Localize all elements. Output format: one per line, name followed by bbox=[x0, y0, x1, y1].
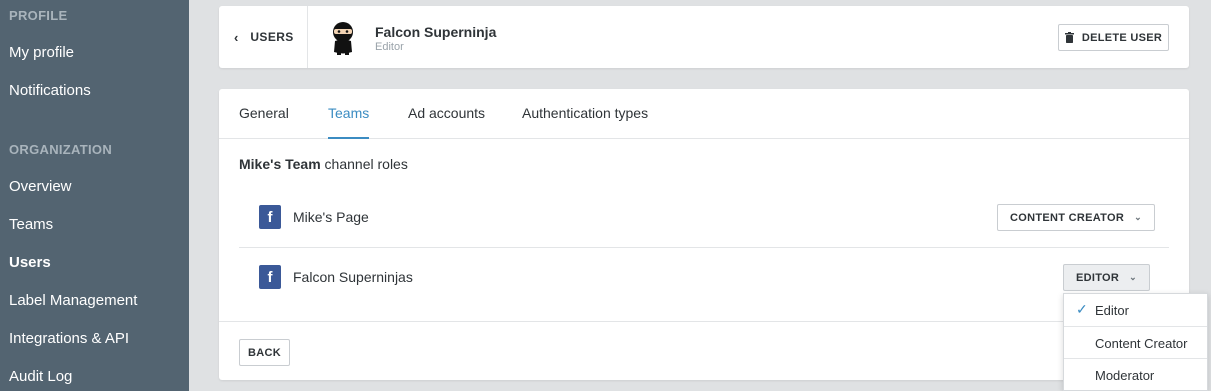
delete-user-label: DELETE USER bbox=[1081, 31, 1163, 44]
sidebar-item-audit-log[interactable]: Audit Log bbox=[9, 368, 72, 385]
chevron-left-icon: ‹ bbox=[234, 29, 239, 45]
sidebar-item-notifications[interactable]: Notifications bbox=[9, 82, 91, 99]
role-select-value: EDITOR bbox=[1076, 271, 1120, 284]
checkmark-icon: ✓ bbox=[1076, 301, 1088, 317]
section-title-suffix: channel roles bbox=[320, 156, 408, 172]
role-option-label: Content Creator bbox=[1095, 336, 1188, 351]
section-title: Mike's Team channel roles bbox=[239, 156, 408, 172]
back-to-users-label: USERS bbox=[250, 30, 294, 44]
role-select-falcon-superninjas[interactable]: EDITOR ⌄ bbox=[1063, 264, 1151, 291]
role-option-label: Moderator bbox=[1095, 368, 1155, 383]
tab-authentication-types[interactable]: Authentication types bbox=[522, 89, 648, 139]
user-detail-card: General Teams Ad accounts Authentication… bbox=[219, 89, 1189, 380]
facebook-icon: f bbox=[259, 265, 281, 289]
tab-ad-accounts[interactable]: Ad accounts bbox=[408, 89, 485, 139]
team-name: Mike's Team bbox=[239, 156, 321, 172]
role-select-mikes-page[interactable]: CONTENT CREATOR ⌄ bbox=[997, 204, 1155, 231]
role-option-moderator[interactable]: Moderator bbox=[1064, 358, 1207, 390]
role-option-label: Editor bbox=[1095, 303, 1129, 318]
sidebar-item-integrations-api[interactable]: Integrations & API bbox=[9, 330, 129, 347]
user-name: Falcon Superninja bbox=[375, 24, 497, 40]
card-footer: BACK bbox=[219, 321, 1189, 380]
role-select-value: CONTENT CREATOR bbox=[1010, 211, 1125, 224]
sidebar-item-teams[interactable]: Teams bbox=[9, 216, 53, 233]
sidebar: PROFILE My profile Notifications ORGANIZ… bbox=[0, 0, 189, 391]
sidebar-item-users[interactable]: Users bbox=[9, 254, 51, 271]
sidebar-heading-organization: ORGANIZATION bbox=[9, 142, 113, 157]
chevron-down-icon: ⌄ bbox=[1134, 212, 1142, 222]
sidebar-item-label-management[interactable]: Label Management bbox=[9, 292, 137, 309]
role-option-content-creator[interactable]: Content Creator bbox=[1064, 326, 1207, 358]
channel-name: Falcon Superninjas bbox=[293, 269, 413, 285]
channel-row: f Mike's Page CONTENT CREATOR ⌄ bbox=[239, 188, 1169, 248]
sidebar-heading-profile: PROFILE bbox=[9, 8, 68, 23]
sidebar-item-overview[interactable]: Overview bbox=[9, 178, 72, 195]
tab-teams[interactable]: Teams bbox=[328, 89, 370, 139]
back-button[interactable]: BACK bbox=[239, 339, 290, 366]
trash-icon bbox=[1064, 32, 1074, 43]
tab-bar: General Teams Ad accounts Authentication… bbox=[219, 89, 1189, 139]
user-header-card: ‹ USERS Falcon Superninja Editor DELETE … bbox=[219, 6, 1189, 68]
role-dropdown-menu: ✓ Editor Content Creator Moderator bbox=[1063, 293, 1208, 391]
tab-general[interactable]: General bbox=[239, 89, 289, 139]
facebook-icon: f bbox=[259, 205, 281, 229]
role-option-editor[interactable]: ✓ Editor bbox=[1064, 294, 1207, 326]
ninja-avatar-icon bbox=[333, 22, 353, 55]
delete-user-button[interactable]: DELETE USER bbox=[1058, 24, 1169, 51]
channel-row: f Falcon Superninjas EDITOR ⌄ bbox=[239, 248, 1169, 308]
chevron-down-icon: ⌄ bbox=[1129, 272, 1138, 282]
back-to-users-button[interactable]: ‹ USERS bbox=[219, 6, 308, 68]
sidebar-item-my-profile[interactable]: My profile bbox=[9, 44, 74, 61]
channel-name: Mike's Page bbox=[293, 209, 369, 225]
user-role: Editor bbox=[375, 41, 404, 53]
